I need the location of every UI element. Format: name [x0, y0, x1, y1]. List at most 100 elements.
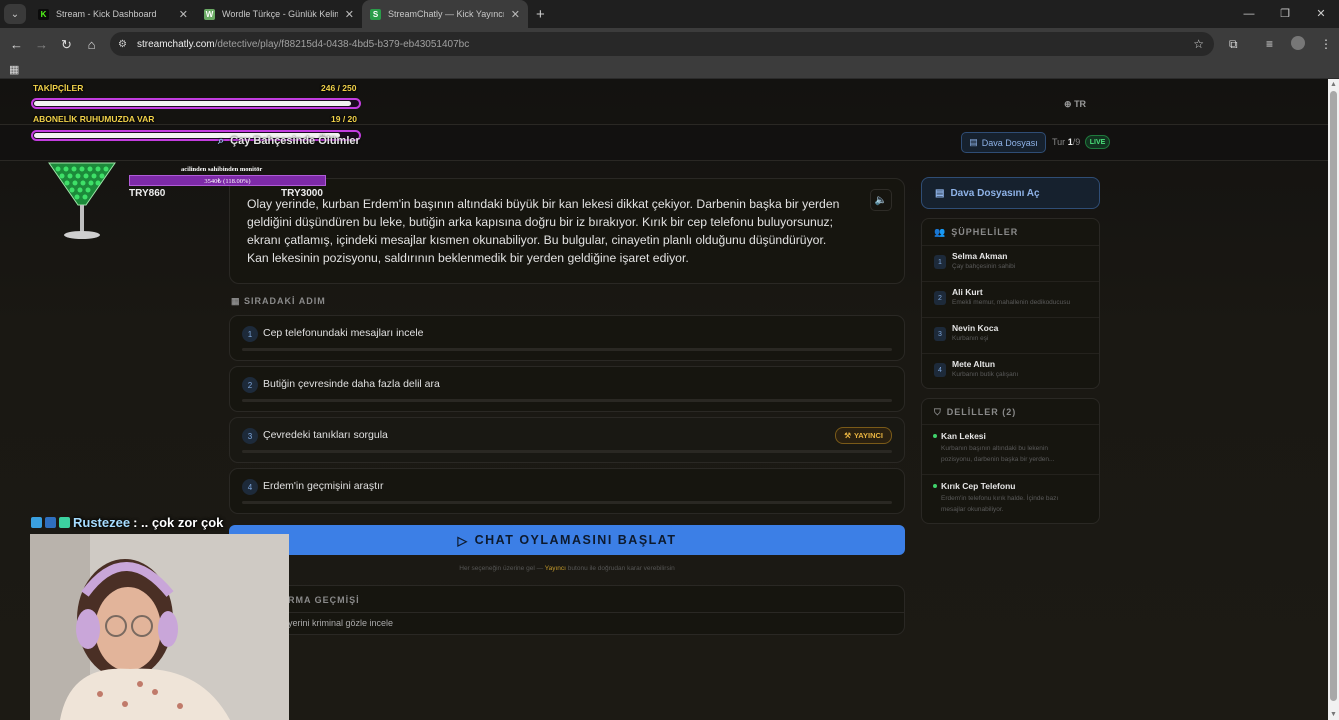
forward-icon[interactable]: →	[29, 37, 54, 52]
close-window-icon[interactable]: ✕	[1303, 0, 1339, 28]
menu-icon[interactable]: ⋮	[1320, 37, 1332, 51]
suspect-item[interactable]: 4 Mete Altun Kurbanın butik çalışanı	[922, 353, 1099, 389]
streamer-pick-button[interactable]: ⚒ YAYINCI	[835, 427, 892, 444]
document-icon: ▤	[969, 137, 978, 147]
back-icon[interactable]: ←	[4, 37, 29, 52]
case-file-button[interactable]: ▤ Dava Dosyası	[961, 132, 1046, 153]
followers-goal-fill	[34, 101, 351, 106]
suspect-name: Selma Akman	[952, 251, 1008, 261]
suspect-number: 3	[934, 327, 946, 341]
next-step-heading: ▦ SIRADAKİ ADIM	[231, 296, 326, 307]
scroll-up-icon[interactable]: ▲	[1330, 81, 1337, 88]
home-icon[interactable]: ⌂	[79, 37, 104, 52]
step-text: Butiğin çevresinde daha fazla delil ara	[263, 378, 440, 390]
restore-icon[interactable]: ❐	[1267, 0, 1303, 28]
step-number: 1	[242, 326, 258, 342]
history-card: RMA GEÇMİŞİ yerini kriminal gözle incele	[229, 585, 905, 635]
page-scrollbar[interactable]: ▲ ▼	[1328, 79, 1339, 720]
step-number: 3	[242, 428, 258, 444]
suspect-desc: Çay bahçesinin sahibi	[952, 263, 1016, 270]
url-path: /detective/play/f88215d4-0438-4bd5-b379-…	[214, 38, 470, 50]
subs-goal-label: ABONELİK RUHUMUZDA VAR	[33, 114, 155, 124]
apps-grid-icon[interactable]: ▦	[9, 63, 19, 76]
step-option-3[interactable]: 3 Çevredeki tanıkları sorgula ⚒ YAYINCI	[229, 417, 905, 463]
chat-username: Rustezee	[73, 514, 131, 530]
open-case-file-button[interactable]: ▤ Dava Dosyasını Aç	[921, 177, 1100, 209]
suspect-item[interactable]: 2 Ali Kurt Emekli memur, mahallenin dediko…	[922, 281, 1099, 317]
minimize-icon[interactable]: —	[1231, 0, 1267, 28]
suspect-number: 1	[934, 255, 946, 269]
suspect-name: Mete Altun	[952, 359, 996, 369]
suspect-number: 4	[934, 363, 946, 377]
round-indicator: Tur 1/9	[1052, 137, 1080, 147]
suspects-label: ŞÜPHELİLER	[951, 227, 1019, 237]
gavel-icon: ⚒	[844, 431, 851, 440]
kick-favicon-icon: K	[38, 8, 49, 20]
media-icon[interactable]: ≡	[1266, 37, 1273, 51]
story-text: Olay yerinde, kurban Erdem'in başının al…	[247, 197, 840, 265]
start-chat-vote-button[interactable]: ▷ CHAT OYLAMASINI BAŞLAT	[229, 525, 905, 555]
tab-title: StreamChatly — Kick Yayıncıları	[388, 9, 504, 19]
tab-title: Stream - Kick Dashboard	[56, 9, 157, 19]
webcam-feed	[30, 534, 289, 720]
url-field[interactable]: ⚙ streamchatly.com/detective/play/f88215…	[110, 32, 1214, 56]
bookmark-star-icon[interactable]: ☆	[1193, 37, 1204, 51]
close-icon[interactable]: ✕	[179, 8, 188, 21]
story-card: Olay yerinde, kurban Erdem'in başının al…	[229, 178, 905, 284]
users-icon: 👥	[934, 227, 947, 237]
scroll-down-icon[interactable]: ▼	[1330, 711, 1337, 718]
vote-progress-bar	[242, 450, 892, 453]
history-heading: RMA GEÇMİŞİ	[288, 595, 360, 605]
profile-avatar[interactable]	[1291, 36, 1305, 50]
evidence-label: DELİLLER (2)	[946, 407, 1017, 417]
evidence-item[interactable]: Kan Lekesi Kurbanın başının altındaki bu …	[922, 424, 1099, 474]
monitor-goal-title: acilinden sahibinden monitör	[181, 166, 263, 173]
suspect-desc: Kurbanın eşi	[952, 335, 989, 342]
chevron-down-icon: ⌄	[10, 8, 20, 20]
site-info-icon[interactable]: ⚙	[118, 39, 127, 50]
chat-message-overlay: Rustezee : .. çok zor çok	[31, 512, 223, 532]
language-code: TR	[1074, 99, 1087, 109]
reload-icon[interactable]: ↻	[54, 37, 79, 53]
chat-text: : .. çok zor çok	[133, 514, 224, 530]
step-option-2[interactable]: 2 Butiğin çevresinde daha fazla delil ar…	[229, 366, 905, 412]
evidence-item[interactable]: Kırık Cep Telefonu Erdem'in telefonu kırı…	[922, 474, 1099, 524]
speaker-icon[interactable]: 🔈	[870, 189, 892, 211]
evidence-heading: ⛉ DELİLLER (2)	[934, 407, 1016, 418]
step-text: Çevredeki tanıkları sorgula	[263, 429, 388, 441]
vote-progress-bar	[242, 501, 892, 504]
language-switch[interactable]: ⊕ TR	[1064, 99, 1086, 110]
close-icon[interactable]: ✕	[345, 8, 354, 21]
browser-tab-kick[interactable]: K Stream - Kick Dashboard ✕	[30, 0, 196, 28]
evidence-name: Kırık Cep Telefonu	[941, 481, 1016, 491]
monitor-goal-progress: 3540₺ (118.00%)	[204, 178, 251, 185]
category-title-text: Çay Bahçesinde Ölümler	[230, 135, 360, 147]
suspect-item[interactable]: 1 Selma Akman Çay bahçesinin sahibi	[922, 245, 1099, 281]
step-number: 4	[242, 479, 258, 495]
browser-tab-streamchatly[interactable]: S StreamChatly — Kick Yayıncıları ✕	[362, 0, 528, 28]
vote-progress-bar	[242, 348, 892, 351]
hint-highlight: Yayıncı	[544, 565, 566, 572]
extensions-icon[interactable]: ⧉	[1229, 37, 1238, 52]
bookmarks-bar: ▦	[0, 61, 1339, 79]
evidence-name: Kan Lekesi	[941, 431, 986, 441]
followers-goal-count: 246 / 250	[321, 83, 357, 93]
browser-tab-wordle[interactable]: W Wordle Türkçe - Günlük Kelime ✕	[196, 0, 362, 28]
close-icon[interactable]: ✕	[511, 8, 520, 21]
tab-search-button[interactable]: ⌄	[4, 4, 26, 24]
followers-goal-label: TAKİPÇİLER	[33, 83, 84, 93]
step-option-4[interactable]: 4 Erdem'in geçmişini araştır	[229, 468, 905, 514]
streamer-pick-label: YAYINCI	[853, 431, 883, 440]
monitor-goal-current: TRY860	[129, 188, 166, 199]
evidence-desc: Erdem'in telefonu kırık halde. İçinde ba…	[941, 495, 1059, 513]
cocktail-glass-icon	[48, 162, 116, 239]
vote-button-label: CHAT OYLAMASINI BAŞLAT	[474, 533, 677, 547]
page-content: ⊕ TR ▤ Dava Dosyası Tur 1/9 LIVE Olay yer…	[0, 79, 1328, 720]
status-dot	[933, 484, 937, 488]
step-option-1[interactable]: 1 Cep telefonundaki mesajları incele	[229, 315, 905, 361]
new-tab-button[interactable]: +	[536, 6, 545, 23]
step-text: Cep telefonundaki mesajları incele	[263, 327, 424, 339]
case-file-label: Dava Dosyası	[981, 137, 1038, 148]
scrollbar-thumb[interactable]	[1330, 91, 1337, 701]
suspect-item[interactable]: 3 Nevin Koca Kurbanın eşi	[922, 317, 1099, 353]
